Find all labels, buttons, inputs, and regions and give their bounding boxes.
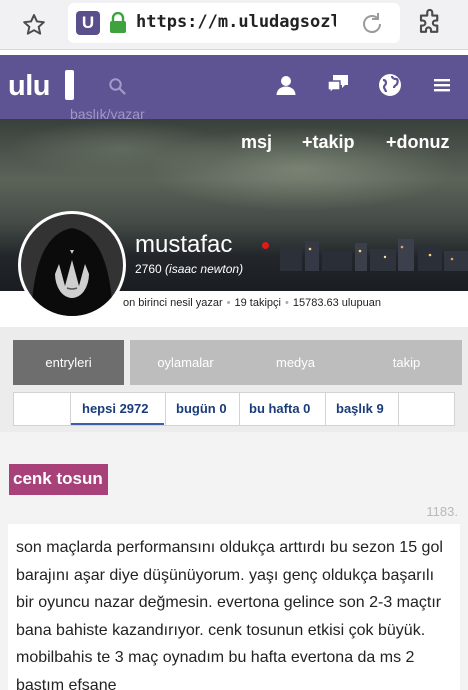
profile-username: mustafac — [135, 231, 233, 258]
rank-title: (isaac newton) — [165, 262, 244, 276]
browser-toolbar: U https://m.uludagsozl... — [0, 0, 468, 50]
subtab-divider — [325, 393, 326, 425]
site-favicon: U — [76, 11, 100, 35]
messages-icon[interactable] — [325, 72, 351, 98]
entry-filter-bar: hepsi 2972 bugün 0 bu hafta 0 başlık 9 — [13, 392, 455, 426]
avatar[interactable] — [18, 211, 126, 319]
profile-stats: on birinci nesil yazar • 19 takipçi • 15783.… — [123, 297, 381, 309]
subtab-divider — [165, 393, 166, 425]
donate-button[interactable]: +donuz — [386, 132, 450, 153]
tab-oylamalar[interactable]: oylamalar — [130, 340, 241, 385]
reload-icon[interactable] — [358, 10, 386, 38]
address-bar[interactable]: U https://m.uludagsozl... — [68, 3, 400, 43]
followers-count[interactable]: 19 takipçi — [235, 297, 281, 309]
subtab-divider — [398, 393, 399, 425]
site-logo[interactable]: ulu — [8, 70, 51, 103]
stats-separator: • — [285, 297, 289, 309]
extensions-puzzle-icon[interactable] — [416, 8, 450, 40]
lock-icon — [108, 11, 128, 34]
menu-icon[interactable] — [429, 72, 455, 98]
entry-topic-title[interactable]: cenk tosun — [9, 464, 108, 495]
search-icon[interactable] — [108, 77, 126, 95]
tab-takip[interactable]: takip — [351, 340, 462, 385]
active-subtab-underline — [71, 423, 164, 425]
stats-separator: • — [226, 297, 231, 309]
ulupuan-count: 15783.63 ulupuan — [292, 297, 381, 309]
entry-number[interactable]: 1183. — [426, 504, 458, 519]
subtab-divider — [239, 393, 240, 425]
entry-card: son maçlarda performansını oldukça arttı… — [8, 524, 460, 690]
site-header: ulu başlık/yazar — [0, 55, 468, 122]
url-text: https://m.uludagsozl... — [136, 12, 336, 32]
subtab-bugun[interactable]: bugün 0 — [176, 401, 227, 416]
subtab-hepsi[interactable]: hepsi 2972 — [82, 401, 149, 416]
entry-text: son maçlarda performansını oldukça arttı… — [16, 539, 443, 690]
subtab-divider — [70, 393, 71, 425]
profile-rank: 2760 (isaac newton) — [135, 262, 243, 276]
tab-medya[interactable]: medya — [240, 340, 351, 385]
message-button[interactable]: msj — [241, 132, 272, 153]
user-icon[interactable] — [273, 72, 299, 98]
generation-text: on birinci nesil yazar — [123, 297, 223, 309]
bookmark-star-icon[interactable] — [18, 9, 50, 41]
logo-bar — [65, 70, 74, 100]
tab-entryleri[interactable]: entryleri — [13, 340, 124, 385]
online-status-dot — [262, 242, 269, 249]
avatar-image — [21, 214, 123, 316]
rank-points: 2760 — [135, 262, 162, 276]
follow-button[interactable]: +takip — [302, 132, 355, 153]
subtab-baslik[interactable]: başlık 9 — [336, 401, 384, 416]
globe-icon[interactable] — [377, 72, 403, 98]
subtab-bu-hafta[interactable]: bu hafta 0 — [249, 401, 310, 416]
entry-list: cenk tosun 1183. son maçlarda performans… — [0, 432, 468, 690]
profile-tabs-area: entryleri oylamalar medya takip hepsi 29… — [0, 327, 468, 432]
